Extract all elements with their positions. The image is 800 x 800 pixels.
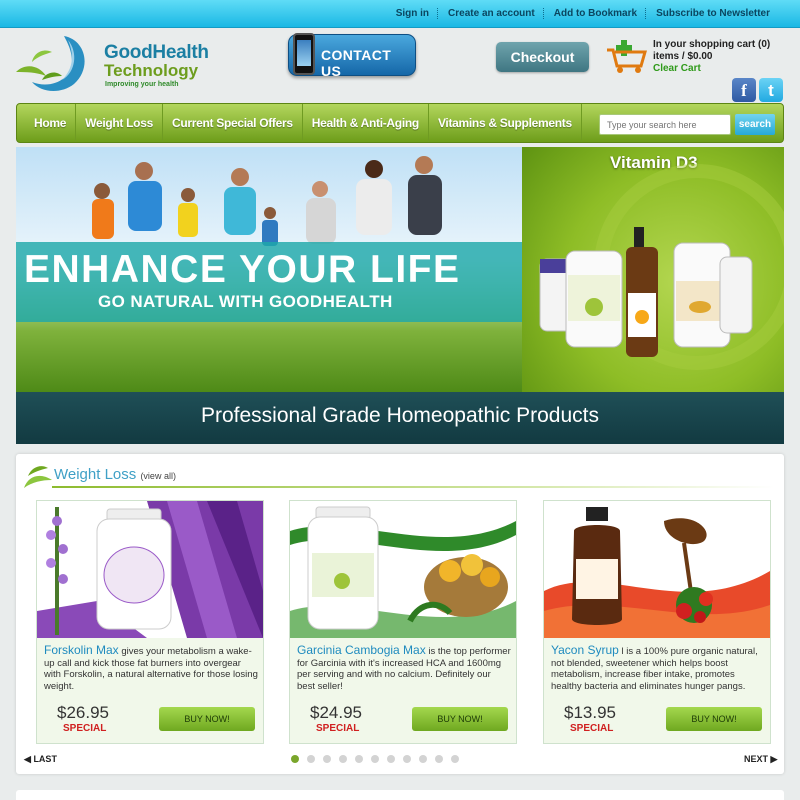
nav-item-health-anti-aging[interactable]: Health & Anti-Aging xyxy=(303,104,429,142)
hero-subheadline: GO NATURAL WITH GOODHEALTH xyxy=(98,292,393,311)
social-links: f t xyxy=(732,78,783,102)
site-logo[interactable]: GoodHealth Technology Improving your hea… xyxy=(12,32,232,94)
hero-headline: ENHANCE YOUR LIFE xyxy=(24,248,461,291)
forskolin-illustration xyxy=(37,501,263,638)
pager-dot[interactable] xyxy=(403,755,411,763)
pager-last-button[interactable]: ◀ LAST xyxy=(24,754,57,765)
brand-tagline: Improving your health xyxy=(105,81,179,88)
pager-dot[interactable] xyxy=(371,755,379,763)
section-divider xyxy=(52,486,774,488)
product-image[interactable] xyxy=(544,501,770,638)
pager-dot[interactable] xyxy=(387,755,395,763)
search-input[interactable] xyxy=(599,114,731,135)
yacon-illustration xyxy=(544,501,770,638)
special-badge: SPECIAL xyxy=(63,723,107,734)
facebook-icon[interactable]: f xyxy=(732,78,756,102)
product-price: $13.95 xyxy=(564,703,616,722)
nav-item-weight-loss[interactable]: Weight Loss xyxy=(76,104,163,142)
view-all-link[interactable]: (view all) xyxy=(140,471,176,481)
product-price: $24.95 xyxy=(310,703,362,722)
weight-loss-section: Weight Loss (view all) Forskolin Max giv… xyxy=(16,454,784,774)
product-image[interactable] xyxy=(290,501,516,638)
product-name[interactable]: Yacon Syrup xyxy=(551,643,619,657)
product-name[interactable]: Forskolin Max xyxy=(44,643,119,657)
contact-us-button[interactable]: CONTACT US xyxy=(288,33,416,79)
product-description: Yacon Syrup l is a 100% pure organic nat… xyxy=(551,643,758,692)
pager-dot[interactable] xyxy=(419,755,427,763)
contact-us-label: CONTACT US xyxy=(321,47,392,79)
cart-total: items / $0.00 xyxy=(653,51,713,62)
product-image[interactable] xyxy=(37,501,263,638)
arrow-right-icon: ▶ xyxy=(770,754,778,764)
special-badge: SPECIAL xyxy=(316,723,360,734)
search-button[interactable]: search xyxy=(735,114,775,135)
create-account-link[interactable]: Create an account xyxy=(437,8,543,19)
product-description: Forskolin Max gives your metabolism a wa… xyxy=(44,643,258,692)
top-bar: Sign in Create an account Add to Bookmar… xyxy=(0,0,800,28)
subscribe-newsletter-link[interactable]: Subscribe to Newsletter xyxy=(645,8,778,19)
logo-swirl-icon xyxy=(16,36,85,91)
special-badge: SPECIAL xyxy=(570,723,614,734)
brand-subname: Technology xyxy=(104,61,199,80)
nav-item-vitamins[interactable]: Vitamins & Supplements xyxy=(429,104,582,142)
cart-summary: In your shopping cart (0) items / $0.00 … xyxy=(653,39,770,75)
clear-cart-link[interactable]: Clear Cart xyxy=(653,63,770,75)
pager-dot[interactable] xyxy=(307,755,315,763)
buy-now-button[interactable]: BUY NOW! xyxy=(412,707,508,731)
shopping-cart-icon xyxy=(607,40,647,73)
leaf-icon xyxy=(24,466,52,488)
pager-next-label: NEXT xyxy=(744,754,769,764)
product-card: Forskolin Max gives your metabolism a wa… xyxy=(36,500,264,744)
phone-icon xyxy=(293,33,315,75)
supplement-bottles-illustration xyxy=(539,164,784,370)
hero-product-panel: Vitamin D3 xyxy=(522,147,784,392)
pager-dot[interactable] xyxy=(323,755,331,763)
twitter-icon[interactable]: t xyxy=(759,78,783,102)
add-bookmark-link[interactable]: Add to Bookmark xyxy=(542,8,645,19)
product-price: $26.95 xyxy=(57,703,109,722)
pager-dot[interactable] xyxy=(451,755,459,763)
pager-last-label: LAST xyxy=(33,754,57,764)
pager-dot[interactable] xyxy=(435,755,443,763)
pager-dot[interactable] xyxy=(355,755,363,763)
section-title-text: Weight Loss xyxy=(54,466,137,483)
buy-now-button[interactable]: BUY NOW! xyxy=(666,707,762,731)
arrow-left-icon: ◀ xyxy=(24,754,31,764)
cart-count: In your shopping cart (0) xyxy=(653,39,771,50)
top-links: Sign in Create an account Add to Bookmar… xyxy=(386,8,778,19)
section-title: Weight Loss (view all) xyxy=(54,466,176,483)
hero-banner[interactable]: ENHANCE YOUR LIFE GO NATURAL WITH GOODHE… xyxy=(16,147,784,444)
nav-item-home[interactable]: Home xyxy=(25,104,77,142)
product-card: Yacon Syrup l is a 100% pure organic nat… xyxy=(543,500,771,744)
hero-caption-bar: Professional Grade Homeopathic Products xyxy=(16,392,784,444)
product-name[interactable]: Garcinia Cambogia Max xyxy=(297,643,426,657)
product-description: Garcinia Cambogia Max is the top perform… xyxy=(297,643,511,692)
hero-caption: Professional Grade Homeopathic Products xyxy=(200,404,600,427)
pager-dot[interactable] xyxy=(339,755,347,763)
garcinia-illustration xyxy=(290,501,516,638)
checkout-button[interactable]: Checkout xyxy=(496,42,589,72)
nav-item-special-offers[interactable]: Current Special Offers xyxy=(163,104,303,142)
buy-now-button[interactable]: BUY NOW! xyxy=(159,707,255,731)
next-section-edge xyxy=(16,790,784,800)
main-nav: Home Weight Loss Current Special Offers … xyxy=(16,103,784,143)
pager-dot[interactable] xyxy=(291,755,299,763)
sign-in-link[interactable]: Sign in xyxy=(386,8,437,19)
product-card: Garcinia Cambogia Max is the top perform… xyxy=(289,500,517,744)
pager-dots xyxy=(291,755,459,763)
pager-next-button[interactable]: NEXT ▶ xyxy=(744,754,777,765)
